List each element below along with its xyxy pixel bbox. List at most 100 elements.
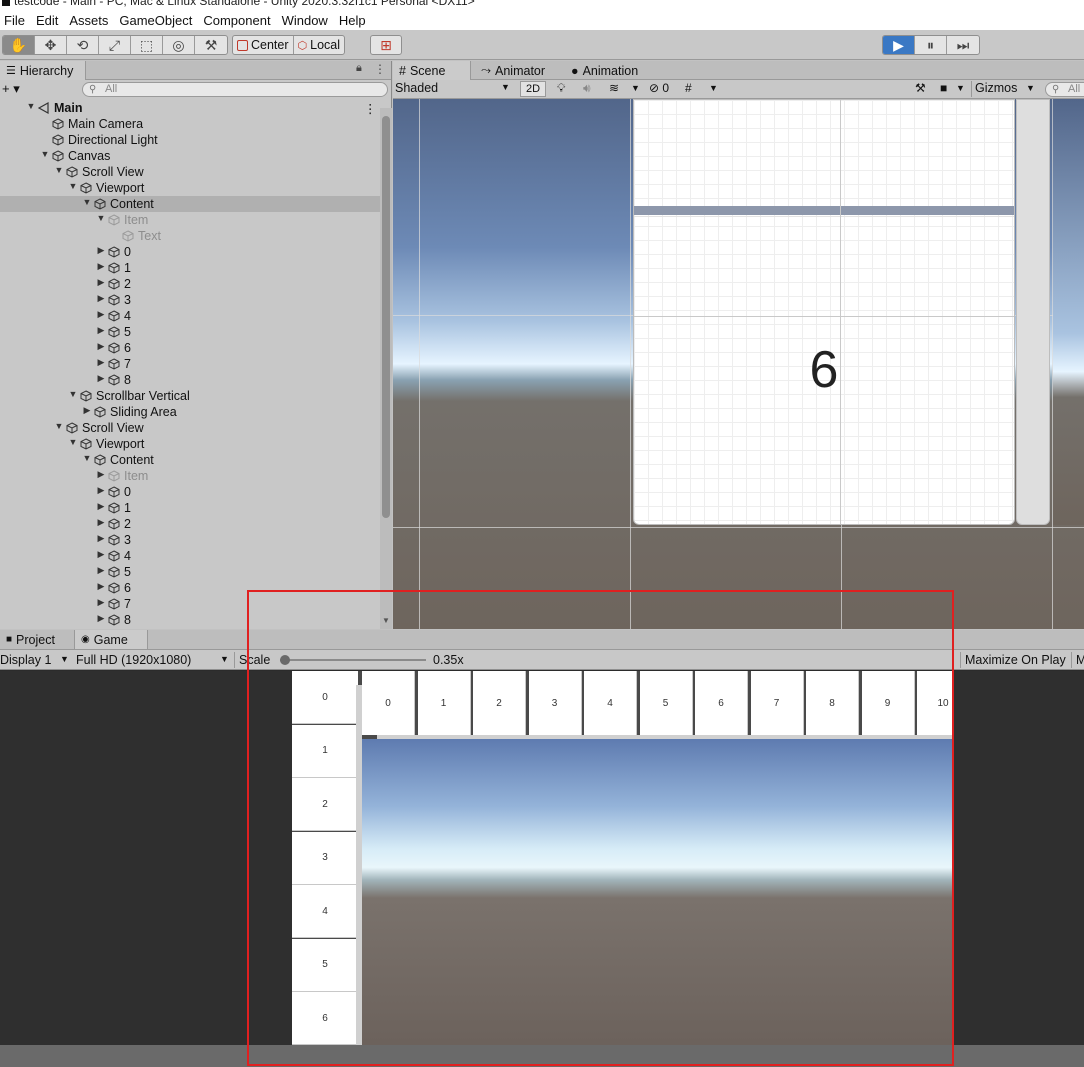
game-row-item[interactable]: 1 bbox=[292, 724, 358, 778]
pivot-center-button[interactable]: Center bbox=[233, 36, 294, 54]
transform-tool-icon[interactable]: ◎ bbox=[163, 36, 195, 54]
camera-chevron-icon[interactable]: ▼ bbox=[956, 83, 965, 93]
game-column-item[interactable]: 7 bbox=[750, 671, 804, 735]
hierarchy-row[interactable]: ▶ 7 bbox=[0, 356, 380, 372]
step-button-icon[interactable]: ⏭ bbox=[947, 36, 979, 54]
game-row-item[interactable]: 2 bbox=[292, 778, 358, 831]
hierarchy-row[interactable]: ▼ Scroll View bbox=[0, 164, 380, 180]
game-column-item[interactable]: 0 bbox=[362, 671, 415, 735]
scene-scroll-view-rect[interactable]: 6 bbox=[633, 99, 1015, 525]
menu-assets[interactable]: Assets bbox=[65, 13, 115, 28]
hierarchy-row[interactable]: ▼ Scroll View bbox=[0, 420, 380, 436]
expand-arrow-icon[interactable]: ▼ bbox=[82, 197, 92, 207]
collapse-arrow-icon[interactable]: ▶ bbox=[96, 277, 106, 288]
hierarchy-row[interactable]: ▶ 4 bbox=[0, 548, 380, 564]
hierarchy-row[interactable]: ▶ 8 bbox=[0, 372, 380, 388]
play-button-icon[interactable]: ▶ bbox=[883, 36, 915, 54]
game-row-item[interactable]: 4 bbox=[292, 885, 358, 938]
hierarchy-row[interactable]: ▼ Content bbox=[0, 452, 380, 468]
menu-gameobject[interactable]: GameObject bbox=[115, 13, 199, 28]
hierarchy-row[interactable]: Main Camera bbox=[0, 116, 380, 132]
display-dropdown[interactable]: Display 1 ▼ bbox=[0, 653, 70, 667]
hierarchy-row[interactable]: ▶ 5 bbox=[0, 564, 380, 580]
hierarchy-row[interactable]: ▶ 3 bbox=[0, 292, 380, 308]
expand-arrow-icon[interactable]: ▼ bbox=[54, 165, 64, 175]
collapse-arrow-icon[interactable]: ▶ bbox=[96, 565, 106, 576]
game-column-item[interactable]: 4 bbox=[584, 671, 637, 735]
game-row-item[interactable]: 3 bbox=[292, 831, 358, 885]
hierarchy-row[interactable]: ▶ 6 bbox=[0, 340, 380, 356]
hierarchy-row[interactable]: ▼ Content bbox=[0, 196, 380, 212]
camera-icon[interactable]: ■ bbox=[940, 81, 947, 95]
grid-snap-icon[interactable]: ⊞ bbox=[371, 36, 401, 54]
game-column-item[interactable]: 6 bbox=[695, 671, 748, 735]
scrollbar-thumb[interactable] bbox=[382, 116, 390, 518]
rect-tool-icon[interactable]: ⬚ bbox=[131, 36, 163, 54]
tab-animation[interactable]: ● Animation bbox=[565, 61, 644, 80]
hierarchy-row[interactable]: Text bbox=[0, 228, 380, 244]
scene-search-input[interactable]: ⚲ All bbox=[1045, 82, 1084, 97]
hidden-objects-toggle[interactable]: ⊘ 0 bbox=[649, 81, 669, 95]
hierarchy-row[interactable]: ▶ Sliding Area bbox=[0, 404, 380, 420]
tab-hierarchy[interactable]: ☰ Hierarchy bbox=[0, 61, 86, 80]
hierarchy-row[interactable]: ▶ 3 bbox=[0, 532, 380, 548]
hierarchy-row[interactable]: ▶ 1 bbox=[0, 260, 380, 276]
collapse-arrow-icon[interactable]: ▶ bbox=[96, 485, 106, 496]
hierarchy-scrollbar[interactable]: ▼ bbox=[380, 108, 392, 629]
hierarchy-row[interactable]: ▶ 2 bbox=[0, 516, 380, 532]
game-column-item[interactable]: 5 bbox=[639, 671, 693, 735]
collapse-arrow-icon[interactable]: ▶ bbox=[96, 357, 106, 368]
expand-arrow-icon[interactable]: ▼ bbox=[68, 389, 78, 399]
collapse-arrow-icon[interactable]: ▶ bbox=[96, 373, 106, 384]
collapse-arrow-icon[interactable]: ▶ bbox=[96, 245, 106, 256]
hierarchy-row[interactable]: ▶ 0 bbox=[0, 484, 380, 500]
collapse-arrow-icon[interactable]: ▶ bbox=[82, 405, 92, 416]
game-column-item[interactable]: 9 bbox=[861, 671, 915, 735]
scroll-down-arrow-icon[interactable]: ▼ bbox=[382, 616, 390, 625]
expand-arrow-icon[interactable]: ▼ bbox=[54, 421, 64, 431]
tools-icon[interactable]: ⚒ bbox=[915, 81, 926, 95]
expand-arrow-icon[interactable]: ▼ bbox=[26, 101, 36, 111]
hierarchy-row[interactable]: ▶ 2 bbox=[0, 276, 380, 292]
pivot-local-button[interactable]: ⬡ Local bbox=[294, 36, 344, 54]
tab-scene[interactable]: # Scene bbox=[393, 61, 471, 80]
audio-toggle-icon[interactable]: 🔊︎ bbox=[583, 81, 591, 96]
resolution-dropdown[interactable]: Full HD (1920x1080) ▼ bbox=[76, 653, 232, 667]
grid-chevron-icon[interactable]: ▼ bbox=[709, 83, 718, 93]
collapse-arrow-icon[interactable]: ▶ bbox=[96, 597, 106, 608]
mode-2d-toggle[interactable]: 2D bbox=[520, 81, 546, 97]
expand-arrow-icon[interactable]: ▼ bbox=[82, 453, 92, 463]
expand-arrow-icon[interactable]: ▼ bbox=[68, 437, 78, 447]
move-tool-icon[interactable]: ✥ bbox=[35, 36, 67, 54]
game-column-item[interactable]: 3 bbox=[528, 671, 582, 735]
game-column-item[interactable]: 8 bbox=[806, 671, 859, 735]
collapse-arrow-icon[interactable]: ▶ bbox=[96, 613, 106, 624]
menu-component[interactable]: Component bbox=[199, 13, 277, 28]
hierarchy-row[interactable]: ▶ 7 bbox=[0, 596, 380, 612]
scene-menu-icon[interactable]: ⋮ bbox=[364, 101, 377, 116]
hierarchy-row[interactable]: ▼ Viewport bbox=[0, 180, 380, 196]
add-object-button[interactable]: + ▾ bbox=[2, 81, 20, 97]
game-column-item[interactable]: 10 bbox=[917, 671, 952, 735]
hierarchy-search-input[interactable]: ⚲ All bbox=[82, 82, 388, 97]
hierarchy-row[interactable]: ▶ 6 bbox=[0, 580, 380, 596]
hierarchy-row[interactable]: ▶ 0 bbox=[0, 244, 380, 260]
menu-edit[interactable]: Edit bbox=[32, 13, 65, 28]
collapse-arrow-icon[interactable]: ▶ bbox=[96, 293, 106, 304]
game-screen[interactable]: 0 1 2 3 4 5 6 0 1 2 3 4 5 6 7 8 9 10 bbox=[292, 671, 952, 1045]
effects-toggle-icon[interactable]: ≋ bbox=[609, 81, 619, 95]
pause-button-icon[interactable]: ⏸ bbox=[915, 36, 947, 54]
scene-root-row[interactable]: ▼ Main ⋮ bbox=[0, 100, 380, 116]
hierarchy-row[interactable]: ▼ Item bbox=[0, 212, 380, 228]
hierarchy-row[interactable]: ▶ 1 bbox=[0, 500, 380, 516]
gizmos-dropdown[interactable]: Gizmos ▼ bbox=[971, 81, 1037, 97]
effects-chevron-icon[interactable]: ▼ bbox=[631, 83, 640, 93]
collapse-arrow-icon[interactable]: ▶ bbox=[96, 501, 106, 512]
hierarchy-row[interactable]: Directional Light bbox=[0, 132, 380, 148]
horizontal-scrollbar[interactable] bbox=[377, 735, 952, 739]
game-row-item[interactable]: 5 bbox=[292, 938, 358, 992]
scale-slider-knob[interactable] bbox=[280, 655, 290, 665]
game-column-item[interactable]: 2 bbox=[473, 671, 526, 735]
tab-animator[interactable]: ⤳ Animator bbox=[475, 61, 551, 80]
collapse-arrow-icon[interactable]: ▶ bbox=[96, 517, 106, 528]
